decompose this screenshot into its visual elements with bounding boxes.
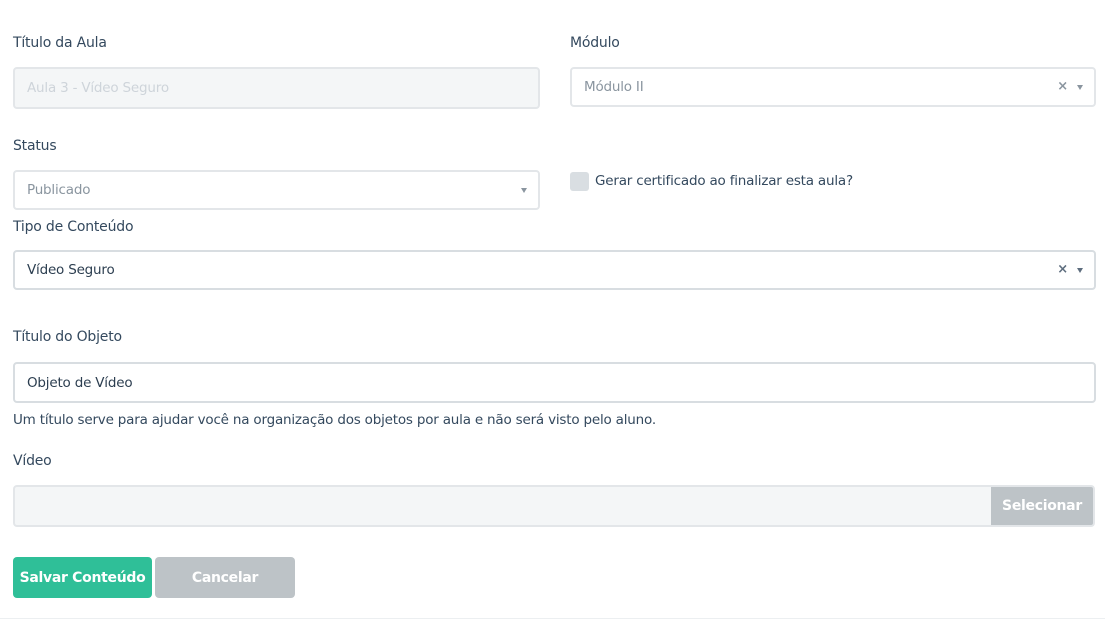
video-select-button[interactable]: Selecionar bbox=[991, 487, 1093, 525]
status-select[interactable]: Publicado bbox=[13, 170, 540, 210]
status-value: Publicado bbox=[27, 182, 91, 198]
module-label: Módulo bbox=[570, 35, 620, 51]
module-clear-icon[interactable]: × bbox=[1057, 80, 1068, 93]
video-label: Vídeo bbox=[13, 453, 52, 469]
content-type-chevron-down-icon[interactable] bbox=[1077, 268, 1083, 273]
object-title-input[interactable]: Objeto de Vídeo bbox=[13, 362, 1096, 403]
object-title-value: Objeto de Vídeo bbox=[27, 374, 133, 391]
module-chevron-down-icon[interactable] bbox=[1077, 85, 1083, 90]
bottom-divider bbox=[0, 618, 1105, 619]
content-type-select[interactable]: Vídeo Seguro × bbox=[13, 250, 1096, 290]
lesson-title-input: Aula 3 - Vídeo Seguro bbox=[13, 67, 540, 109]
content-type-value: Vídeo Seguro bbox=[27, 262, 115, 278]
object-title-help-text: Um título serve para ajudar você na orga… bbox=[13, 412, 656, 428]
certificate-checkbox[interactable] bbox=[570, 172, 589, 191]
content-type-label: Tipo de Conteúdo bbox=[13, 219, 134, 235]
lesson-content-form: Título da Aula Aula 3 - Vídeo Seguro Mód… bbox=[0, 0, 1105, 621]
content-type-clear-icon[interactable]: × bbox=[1057, 263, 1068, 276]
lesson-title-value: Aula 3 - Vídeo Seguro bbox=[27, 80, 169, 96]
object-title-label: Título do Objeto bbox=[13, 329, 122, 345]
module-value: Módulo II bbox=[584, 79, 644, 95]
lesson-title-label: Título da Aula bbox=[13, 35, 107, 51]
video-file-input[interactable]: Selecionar bbox=[13, 485, 1095, 527]
status-chevron-down-icon[interactable] bbox=[521, 188, 527, 193]
save-content-button[interactable]: Salvar Conteúdo bbox=[13, 557, 152, 598]
status-label: Status bbox=[13, 138, 57, 154]
certificate-label[interactable]: Gerar certificado ao finalizar esta aula… bbox=[595, 173, 853, 189]
cancel-button[interactable]: Cancelar bbox=[155, 557, 295, 598]
module-select[interactable]: Módulo II × bbox=[570, 67, 1096, 107]
